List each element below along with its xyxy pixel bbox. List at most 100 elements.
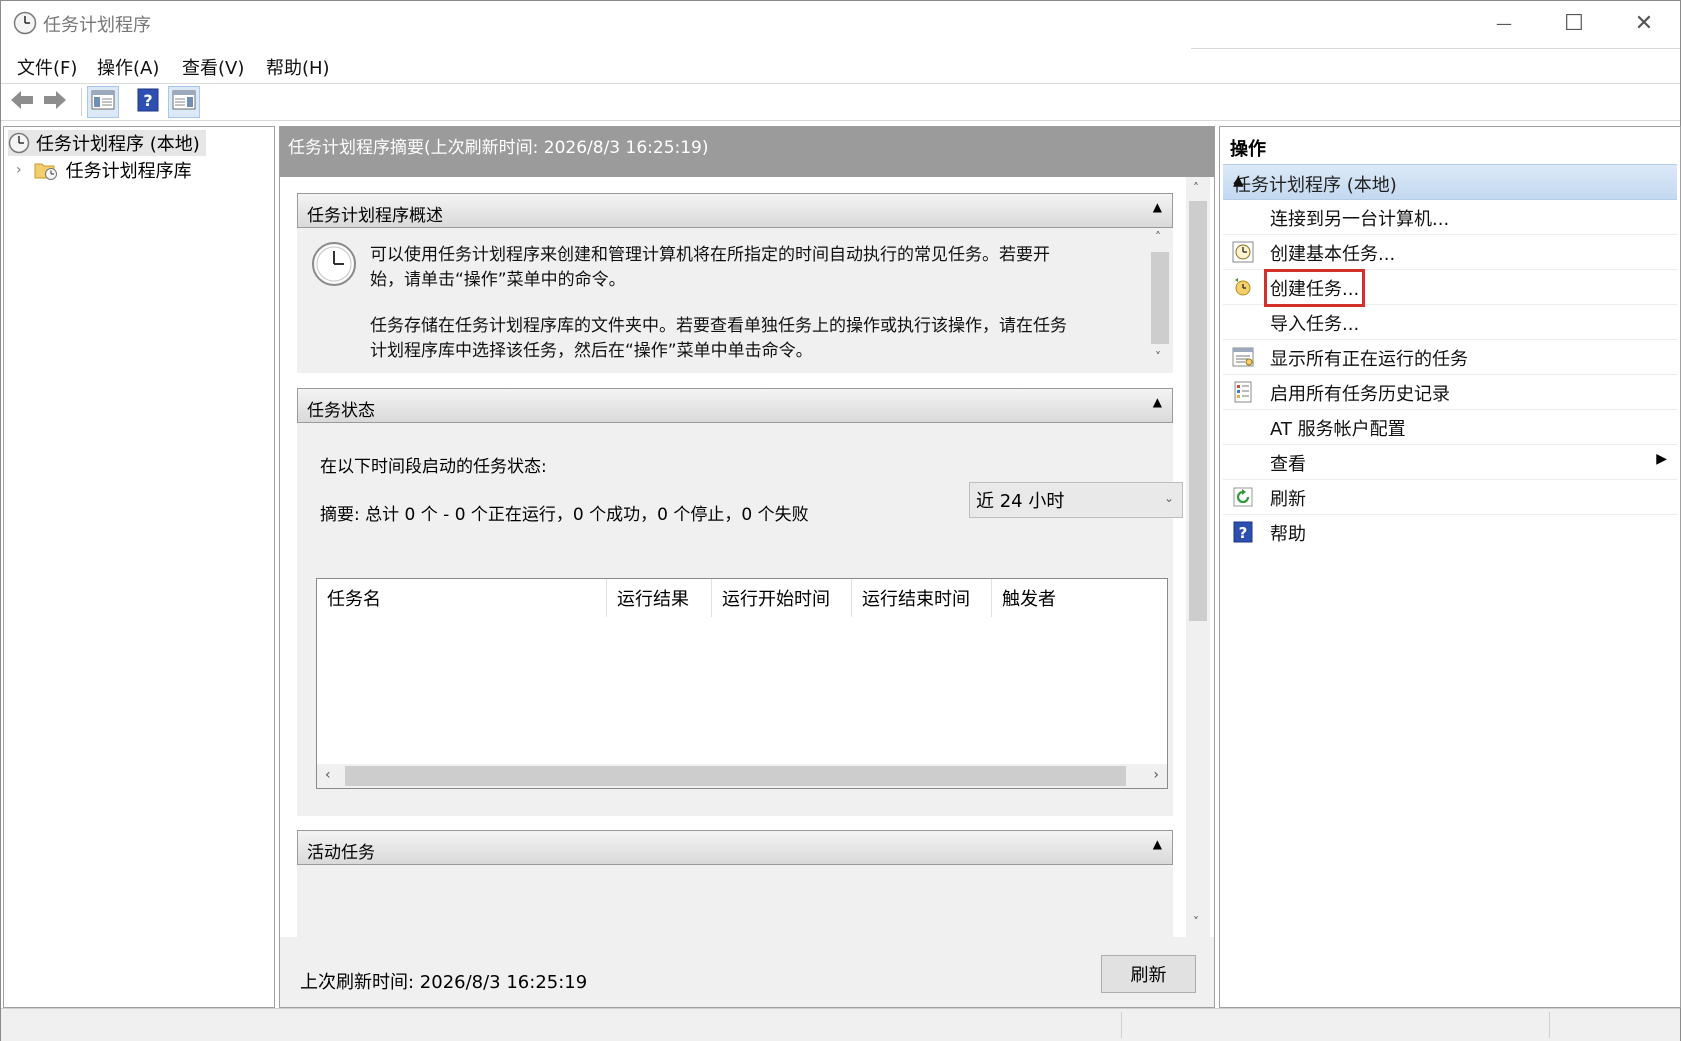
status-summary: 摘要: 总计 0 个 - 0 个正在运行，0 个成功，0 个停止，0 个失败 [320, 505, 809, 525]
period-label: 在以下时间段启动的任务状态: [320, 457, 547, 477]
show-hide-console-tree-button[interactable] [87, 86, 119, 118]
active-tasks-section-title: 活动任务 [307, 843, 375, 863]
last-refresh-time: 上次刷新时间: 2026/8/3 16:25:19 [300, 972, 588, 993]
collapse-caret-icon[interactable]: ▲ [1153, 837, 1162, 851]
toolbar-separator [81, 88, 82, 116]
overview-line-3: 任务存储在任务计划程序库的文件夹中。若要查看单独任务上的操作或执行该操作，请在任… [370, 316, 1067, 336]
column-header-run-start[interactable]: 运行开始时间 [712, 579, 852, 617]
action-view[interactable]: 查看 ▶ [1223, 444, 1677, 480]
menu-file[interactable]: 文件(F) [17, 54, 77, 80]
action-display-running-tasks[interactable]: 显示所有正在运行的任务 [1223, 339, 1677, 375]
action-import-task[interactable]: 导入任务... [1223, 304, 1677, 340]
overview-line-2: 始，请单击“操作”菜单中的命令。 [370, 270, 626, 290]
collapse-caret-icon[interactable]: ▲ [1153, 200, 1162, 214]
refresh-button[interactable]: 刷新 [1101, 955, 1196, 993]
task-scheduler-window: 任务计划程序 — ☐ ✕ 文件(F) 操作(A) 查看(V) 帮助(H) ? 任… [0, 0, 1681, 1041]
forward-button[interactable] [39, 86, 71, 118]
active-tasks-section-header[interactable]: 活动任务 ▲ [297, 830, 1173, 865]
menu-bar: 文件(F) 操作(A) 查看(V) 帮助(H) [1, 47, 1680, 81]
scroll-right-icon[interactable]: › [1153, 767, 1159, 783]
column-header-run-end[interactable]: 运行结束时间 [852, 579, 992, 617]
back-button[interactable] [6, 86, 38, 118]
svg-text:?: ? [143, 91, 152, 110]
actions-group-header[interactable]: 任务计划程序 (本地) ▲ [1223, 164, 1677, 200]
action-create-basic-task[interactable]: 创建基本任务... [1223, 234, 1677, 270]
action-help[interactable]: ? 帮助 [1223, 514, 1677, 549]
menu-view[interactable]: 查看(V) [182, 54, 244, 80]
action-refresh[interactable]: 刷新 [1223, 479, 1677, 515]
tree-item-label: 任务计划程序 (本地) [36, 134, 200, 155]
maximize-icon: ☐ [1564, 11, 1584, 36]
period-select[interactable]: 近 24 小时 ⌄ [969, 482, 1183, 518]
column-header-triggered-by[interactable]: 触发者 [992, 579, 1167, 617]
tree-item-task-library[interactable]: › 任务计划程序库 [16, 157, 192, 183]
active-tasks-section: 活动任务 ▲ [297, 830, 1173, 937]
action-enable-task-history[interactable]: 启用所有任务历史记录 [1223, 374, 1677, 410]
summary-scroll-area: 任务计划程序概述 ▲ 可以使用任务计划程序来创建和管理计算机将在所指定的时间自动… [280, 177, 1214, 937]
scroll-thumb[interactable] [345, 766, 1126, 786]
menu-help[interactable]: 帮助(H) [266, 54, 330, 80]
action-create-task[interactable]: 创建任务... [1223, 269, 1677, 307]
action-connect-another-computer[interactable]: 连接到另一台计算机... [1223, 199, 1677, 235]
tree-item-label: 任务计划程序库 [65, 161, 192, 182]
submenu-arrow-icon: ▶ [1656, 451, 1667, 467]
summary-pane: 任务计划程序摘要(上次刷新时间: 2026/8/3 16:25:19) 任务计划… [279, 126, 1215, 1008]
maximize-button[interactable]: ☐ [1539, 1, 1609, 46]
action-label: 查看 [1270, 454, 1306, 475]
menu-action[interactable]: 操作(A) [97, 54, 159, 80]
scroll-down-icon[interactable]: ˅ [1155, 350, 1161, 364]
svg-text:?: ? [1239, 524, 1248, 542]
scroll-up-icon[interactable]: ˄ [1193, 181, 1199, 195]
back-arrow-icon [9, 89, 35, 116]
task-status-section-header[interactable]: 任务状态 ▲ [297, 388, 1173, 423]
overview-section-header[interactable]: 任务计划程序概述 ▲ [297, 193, 1173, 228]
minimize-button[interactable]: — [1469, 1, 1539, 46]
chevron-right-icon[interactable]: › [16, 162, 22, 178]
collapse-caret-icon[interactable]: ▲ [1233, 173, 1665, 189]
action-label: AT 服务帐户配置 [1270, 419, 1406, 440]
summary-header: 任务计划程序摘要(上次刷新时间: 2026/8/3 16:25:19) [280, 127, 1214, 177]
scroll-left-icon[interactable]: ‹ [325, 767, 331, 783]
overview-vertical-scrollbar[interactable]: ˄ ˅ [1149, 228, 1171, 371]
show-hide-console-tree-icon [91, 90, 115, 115]
status-bar-divider [1549, 1012, 1550, 1038]
clock-icon [8, 132, 30, 154]
tree-item-local-scheduler[interactable]: 任务计划程序 (本地) [8, 130, 206, 156]
scroll-thumb[interactable] [1151, 252, 1169, 344]
create-basic-task-icon [1231, 240, 1255, 264]
column-header-run-result[interactable]: 运行结果 [607, 579, 712, 617]
summary-vertical-scrollbar[interactable]: ˄ ˅ [1186, 177, 1210, 937]
overview-line-4: 计划程序库中选择该任务，然后在“操作”菜单中单击命令。 [370, 341, 813, 361]
scroll-up-icon[interactable]: ˄ [1155, 230, 1161, 244]
help-toolbar-button[interactable]: ? [132, 86, 164, 118]
table-horizontal-scrollbar[interactable]: ‹ › [317, 764, 1167, 788]
action-label: 启用所有任务历史记录 [1270, 384, 1450, 405]
title-bar: 任务计划程序 — ☐ ✕ [1, 1, 1680, 46]
period-select-value: 近 24 小时 [976, 491, 1065, 512]
actions-pane-title: 操作 [1230, 139, 1266, 160]
status-bar [1, 1008, 1680, 1041]
task-status-section-title: 任务状态 [307, 401, 375, 421]
show-hide-action-pane-button[interactable] [168, 86, 200, 118]
close-icon: ✕ [1634, 11, 1654, 36]
close-button[interactable]: ✕ [1609, 1, 1679, 46]
task-status-section: 任务状态 ▲ 在以下时间段启动的任务状态: 近 24 小时 ⌄ 摘要: 总计 0… [297, 388, 1183, 816]
action-label: 创建任务... [1263, 269, 1366, 307]
action-label: 创建基本任务... [1270, 244, 1396, 265]
scroll-thumb[interactable] [1189, 201, 1207, 621]
window-title: 任务计划程序 [43, 15, 151, 36]
column-header-task-name[interactable]: 任务名 [317, 579, 607, 617]
help-icon: ? [1231, 520, 1255, 544]
menubar-divider [1191, 48, 1680, 49]
chevron-down-icon: ⌄ [1163, 491, 1174, 505]
minimize-icon: — [1496, 14, 1512, 33]
scroll-down-icon[interactable]: ˅ [1193, 915, 1199, 929]
toolbar: ? [1, 83, 1680, 121]
folder-clock-icon [34, 159, 58, 181]
summary-header-text: 任务计划程序摘要(上次刷新时间: 2026/8/3 16:25:19) [288, 138, 709, 158]
summary-footer: 上次刷新时间: 2026/8/3 16:25:19 刷新 [280, 937, 1214, 1007]
status-bar-divider [1121, 1012, 1122, 1038]
overview-section: 任务计划程序概述 ▲ 可以使用任务计划程序来创建和管理计算机将在所指定的时间自动… [297, 193, 1173, 373]
collapse-caret-icon[interactable]: ▲ [1153, 395, 1162, 409]
action-at-service-account[interactable]: AT 服务帐户配置 [1223, 409, 1677, 445]
